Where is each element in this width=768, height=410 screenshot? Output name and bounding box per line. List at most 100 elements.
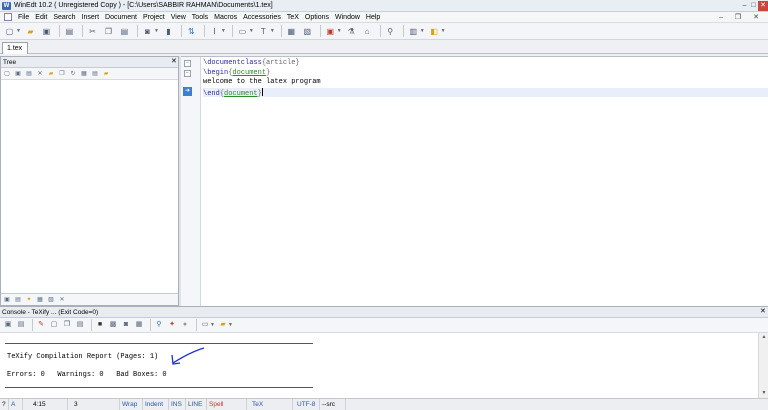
code-line[interactable]: \documentclass{article} xyxy=(203,59,768,69)
tree-close-icon[interactable]: ✕ xyxy=(171,57,177,67)
chevron-down-icon[interactable]: ▼ xyxy=(16,28,21,34)
tree-structure-icon[interactable]: ▦ xyxy=(36,296,44,304)
console-terminal-icon[interactable]: ▩ xyxy=(108,320,118,330)
tree-open-icon[interactable]: ▤ xyxy=(25,70,33,78)
console-list-icon[interactable]: ▤ xyxy=(16,320,26,330)
tree-options-icon[interactable]: ▦ xyxy=(80,70,88,78)
menu-tools[interactable]: Tools xyxy=(189,12,211,23)
toggle-icon[interactable]: ⇅ xyxy=(185,25,198,38)
chevron-down-icon[interactable]: ▼ xyxy=(228,322,233,328)
chevron-down-icon[interactable]: ▼ xyxy=(221,28,226,34)
search-icon[interactable]: ⚲ xyxy=(384,25,397,38)
document-icon[interactable] xyxy=(4,13,12,21)
console-table-icon[interactable]: ▦ xyxy=(134,320,144,330)
console-stop-icon[interactable]: ▣ xyxy=(3,320,13,330)
build-icon[interactable]: ▣ xyxy=(324,25,337,38)
tree-folder-icon[interactable]: ▰ xyxy=(102,70,110,78)
menu-macros[interactable]: Macros xyxy=(211,12,240,23)
status-tex[interactable]: TeX xyxy=(247,399,293,410)
trash-icon[interactable]: ▥ xyxy=(407,25,420,38)
tree-refresh-icon[interactable]: ↻ xyxy=(69,70,77,78)
tree-view-icon[interactable]: ▤ xyxy=(91,70,99,78)
chevron-down-icon[interactable]: ▼ xyxy=(441,28,446,34)
font-icon[interactable]: T xyxy=(257,25,270,38)
tree-copy-icon[interactable]: ❐ xyxy=(58,70,66,78)
scroll-up-icon[interactable]: ▲ xyxy=(760,334,768,341)
console-erase-icon[interactable]: ✎ xyxy=(36,320,46,330)
image-icon[interactable]: ▧ xyxy=(301,25,314,38)
tree-remove-icon[interactable]: ✕ xyxy=(36,70,44,78)
console-black-icon[interactable]: ■ xyxy=(95,320,105,330)
tab-1-tex[interactable]: 1.tex xyxy=(2,42,28,54)
status-ins[interactable]: INS xyxy=(169,399,186,410)
status-spell[interactable]: Spell xyxy=(207,399,247,410)
console-close-icon[interactable]: ✕ xyxy=(760,307,766,317)
fold-icon[interactable]: − xyxy=(184,70,191,77)
status-encoding[interactable]: UTF-8 xyxy=(293,399,320,410)
console-tool-icon[interactable]: ✦ xyxy=(167,320,177,330)
console-search-icon[interactable]: ⚲ xyxy=(154,320,164,330)
code-line-current[interactable]: \end{document} xyxy=(203,87,768,98)
binoculars-icon[interactable]: ◙ xyxy=(141,25,154,38)
status-mode[interactable]: A xyxy=(9,399,23,410)
maximize-button[interactable]: □ xyxy=(749,1,758,11)
status-line-mode[interactable]: LINE xyxy=(186,399,207,410)
menu-search[interactable]: Search xyxy=(50,12,78,23)
editor-pane[interactable]: − − ➜ \documentclass{article} \begin{doc… xyxy=(181,56,768,307)
document-window-controls[interactable]: – ❐ ✕ xyxy=(719,13,768,21)
tree-gather-icon[interactable]: ✦ xyxy=(25,296,33,304)
tree-add-icon[interactable]: ▣ xyxy=(14,70,22,78)
console-window-icon[interactable]: ▭ xyxy=(200,320,210,330)
cut-icon[interactable]: ✂ xyxy=(86,25,99,38)
chemistry-icon[interactable]: ⚗ xyxy=(345,25,358,38)
code-line[interactable]: welcome to the latex program xyxy=(203,78,768,88)
code-line[interactable]: \begin{document} xyxy=(203,69,768,79)
console-binoculars-icon[interactable]: ◙ xyxy=(121,320,131,330)
menu-tex[interactable]: TeX xyxy=(284,12,302,23)
status-indent[interactable]: Indent xyxy=(143,399,169,410)
text-cursor-icon[interactable]: Ⅰ xyxy=(208,25,221,38)
fold-icon[interactable]: − xyxy=(184,60,191,67)
menu-project[interactable]: Project xyxy=(140,12,168,23)
close-button[interactable]: ✕ xyxy=(758,1,768,11)
latex-icon[interactable]: ◧ xyxy=(428,25,441,38)
menu-file[interactable]: File xyxy=(15,12,32,23)
console-paste-icon[interactable]: ▤ xyxy=(75,320,85,330)
bookmark-icon[interactable]: ▮ xyxy=(162,25,175,38)
copy-icon[interactable]: ❐ xyxy=(102,25,115,38)
minimize-button[interactable]: – xyxy=(740,1,749,11)
winedt-app-icon[interactable]: W xyxy=(2,2,11,10)
menu-options[interactable]: Options xyxy=(302,12,332,23)
paste-icon[interactable]: ▤ xyxy=(118,25,131,38)
table-icon[interactable]: ▦ xyxy=(285,25,298,38)
menu-window[interactable]: Window xyxy=(332,12,363,23)
console-clear-icon[interactable]: ▢ xyxy=(49,320,59,330)
menu-view[interactable]: View xyxy=(168,12,189,23)
tree-image-icon[interactable]: ▧ xyxy=(47,296,55,304)
menu-help[interactable]: Help xyxy=(363,12,383,23)
menu-accessories[interactable]: Accessories xyxy=(240,12,284,23)
chevron-down-icon[interactable]: ▼ xyxy=(420,28,425,34)
menu-edit[interactable]: Edit xyxy=(32,12,50,23)
menu-insert[interactable]: Insert xyxy=(79,12,103,23)
frame-icon[interactable]: ▭ xyxy=(236,25,249,38)
console-scrollbar[interactable]: ▲ ▼ xyxy=(758,333,768,399)
tree-close-icon[interactable]: ✕ xyxy=(58,296,66,304)
tree-project-icon[interactable]: ▣ xyxy=(3,296,11,304)
open-folder-icon[interactable]: ▰ xyxy=(24,25,37,38)
menu-document[interactable]: Document xyxy=(102,12,140,23)
tree-files-icon[interactable]: ▤ xyxy=(14,296,22,304)
console-folder-icon[interactable]: ▰ xyxy=(218,320,228,330)
chevron-down-icon[interactable]: ▼ xyxy=(154,28,159,34)
tree-new-icon[interactable]: ▢ xyxy=(3,70,11,78)
chevron-down-icon[interactable]: ▼ xyxy=(249,28,254,34)
status-src[interactable]: --src xyxy=(320,399,346,410)
chevron-down-icon[interactable]: ▼ xyxy=(337,28,342,34)
status-wrap[interactable]: Wrap xyxy=(120,399,143,410)
console-record-icon[interactable]: ● xyxy=(180,320,190,330)
new-file-icon[interactable]: ▢ xyxy=(3,25,16,38)
print-icon[interactable]: ▤ xyxy=(63,25,76,38)
home-icon[interactable]: ⌂ xyxy=(361,25,374,38)
console-copy-icon[interactable]: ❐ xyxy=(62,320,72,330)
scroll-down-icon[interactable]: ▼ xyxy=(760,390,768,397)
